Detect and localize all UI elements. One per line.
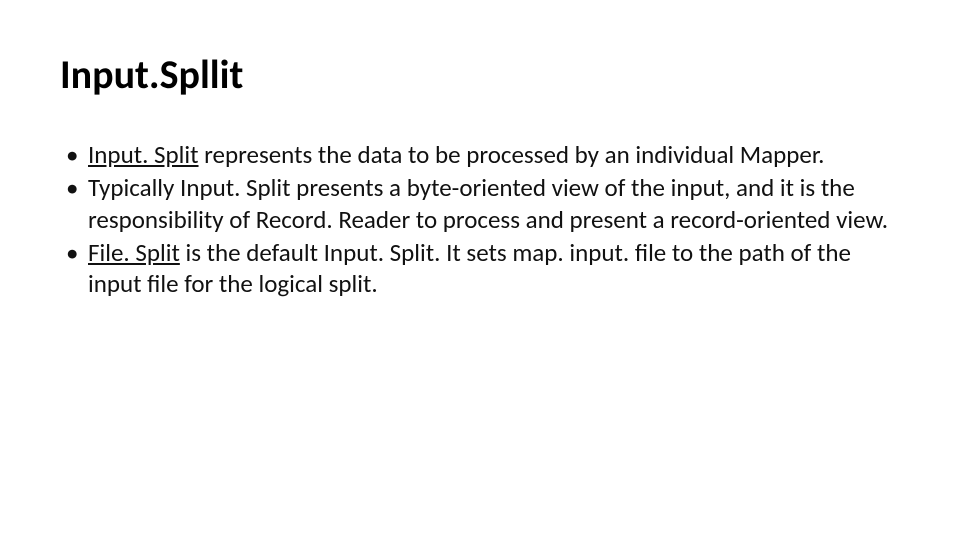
link-input-split[interactable]: Input. Split [88, 139, 199, 170]
slide-title: Input.Spllit [60, 50, 900, 99]
bullet-text: Typically Input. Split presents a byte-o… [88, 172, 888, 234]
list-item: Typically Input. Split presents a byte-o… [60, 172, 900, 235]
list-item: File. Split is the default Input. Split.… [60, 237, 900, 300]
link-file-split[interactable]: File. Split [88, 237, 180, 268]
bullet-list: Input. Split represents the data to be p… [60, 139, 900, 299]
bullet-text: is the default Input. Split. It sets map… [88, 237, 851, 299]
slide: Input.Spllit Input. Split represents the… [0, 0, 960, 540]
list-item: Input. Split represents the data to be p… [60, 139, 900, 170]
bullet-text: represents the data to be processed by a… [199, 139, 825, 170]
